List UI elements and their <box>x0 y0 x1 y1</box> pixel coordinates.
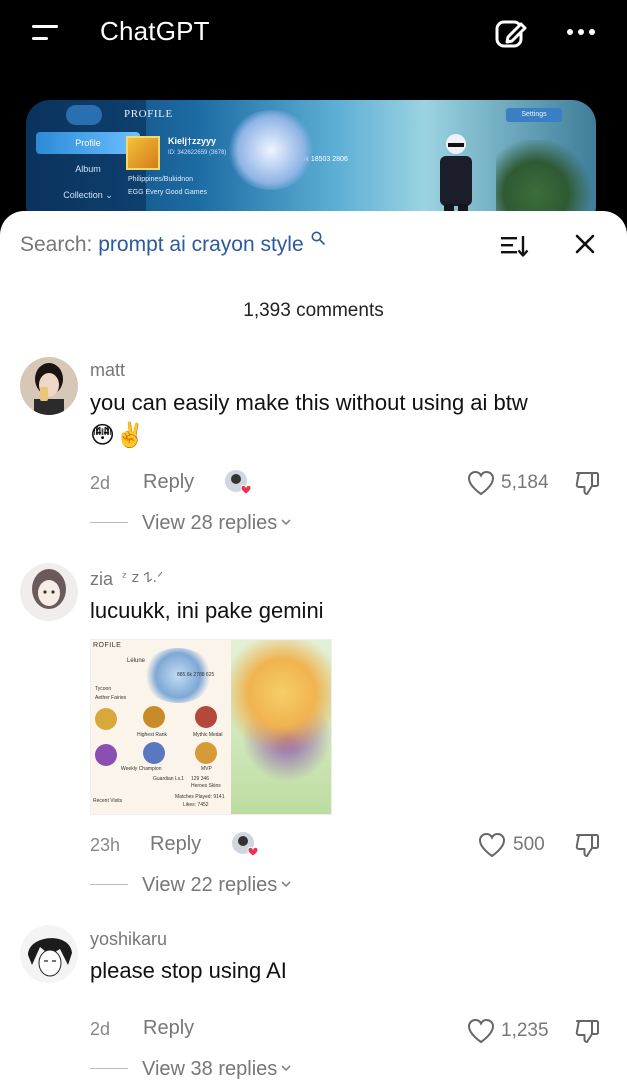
avatar[interactable] <box>20 563 78 621</box>
game-tab-collection: Collection ⌄ <box>63 190 113 200</box>
reply-button[interactable]: Reply <box>143 471 194 494</box>
game-player-name: Kielj†zzyyy <box>168 136 217 146</box>
avatar[interactable] <box>20 357 78 415</box>
back-icon <box>66 105 102 125</box>
comments-sheet: Search: prompt ai crayon style 1,393 com… <box>0 211 627 1080</box>
reply-button[interactable]: Reply <box>143 1017 194 1040</box>
creator-liked-icon <box>232 832 259 857</box>
game-location: Philippines/Bukidnon <box>128 176 193 183</box>
like-count: 1,235 <box>501 1020 549 1041</box>
view-replies-button[interactable]: View 22 replies <box>90 874 291 897</box>
attached-art-right <box>231 640 331 814</box>
chevron-down-icon <box>281 881 291 888</box>
comment-time: 2d <box>90 1019 111 1039</box>
comment-text: please stop using AI <box>90 958 287 983</box>
comment-username[interactable]: yoshikaru <box>90 929 167 950</box>
attached-row: Tycoon <box>95 686 112 692</box>
attached-stats: 885.6k 2788 625 <box>177 672 215 678</box>
attached-row: MVP <box>201 766 212 772</box>
view-replies-label: View 38 replies <box>142 1058 278 1080</box>
rank-badge <box>143 706 165 728</box>
avatar[interactable] <box>20 925 78 983</box>
comment-username-suffix: ᶻ 𝗓 𐰁.ᐟ <box>122 570 164 586</box>
new-chat-icon[interactable] <box>494 16 528 50</box>
rank-badge <box>95 744 117 766</box>
attached-row: Highest Rank <box>137 732 168 738</box>
attached-row: Heroes Skins <box>191 783 221 789</box>
rank-badge <box>195 742 217 764</box>
attached-row: Mythic Medal <box>193 732 223 738</box>
comment-text: lucuukk, ini pake gemini <box>90 598 324 623</box>
game-tab-profile: Profile <box>36 132 140 154</box>
comments-count: 1,393 comments <box>243 300 384 321</box>
game-tab-album: Album <box>75 164 101 174</box>
rank-badge <box>195 706 217 728</box>
chevron-down-icon <box>281 1065 291 1072</box>
menu-icon[interactable] <box>30 22 62 44</box>
comment-text: you can easily make this without using a… <box>90 387 610 452</box>
like-count: 5,184 <box>501 472 549 493</box>
game-avatar <box>126 136 160 170</box>
rank-badge <box>95 708 117 730</box>
app-title: ChatGPT <box>100 16 210 46</box>
dislike-icon[interactable] <box>574 469 602 497</box>
comment-username-text: zia <box>90 569 114 589</box>
hero-artwork <box>226 110 316 190</box>
attached-row: Matches Played: 9141 <box>175 794 225 800</box>
close-icon[interactable] <box>574 233 596 255</box>
game-player-id: ID: 342622659 (3678) <box>168 150 227 156</box>
more-options-icon[interactable] <box>566 26 596 38</box>
game-profile-heading: PROFILE <box>124 108 173 120</box>
view-replies-button[interactable]: View 28 replies <box>90 512 291 535</box>
divider-line <box>90 522 128 523</box>
rank-badge <box>143 742 165 764</box>
top-app-bar: ChatGPT <box>0 0 627 70</box>
attached-row: Aether Fairies <box>95 695 127 701</box>
dislike-icon[interactable] <box>574 831 602 859</box>
search-label: Search: <box>20 233 93 256</box>
like-count: 500 <box>513 834 545 855</box>
like-heart-icon[interactable] <box>478 832 506 858</box>
dislike-icon[interactable] <box>574 1017 602 1045</box>
comment-attached-image[interactable]: ROFILE Lėlune 885.6k 2788 625 Tycoon Aet… <box>90 639 332 815</box>
game-squad: EGG Every Good Games <box>128 189 207 196</box>
attached-row: Recent Visits <box>93 798 123 804</box>
comment-emoji: 😳✌️ <box>90 421 145 449</box>
comment-username[interactable]: zia ᶻ 𝗓 𐰁.ᐟ <box>90 568 163 590</box>
attached-row: 129 346 <box>191 776 210 782</box>
comment-text-body: you can easily make this without using a… <box>90 390 528 415</box>
sort-icon[interactable] <box>499 233 529 259</box>
like-heart-icon[interactable] <box>467 470 495 496</box>
like-heart-icon[interactable] <box>467 1018 495 1044</box>
search-icon[interactable] <box>311 231 326 245</box>
attached-player-name: Lėlune <box>127 658 146 664</box>
attached-profile-heading: ROFILE <box>93 642 122 649</box>
comment-time: 23h <box>90 835 121 855</box>
chevron-down-icon <box>281 519 291 526</box>
creator-liked-icon <box>225 470 252 495</box>
attached-row: Likes: 7452 <box>183 802 209 808</box>
divider-line <box>90 1068 128 1069</box>
search-query-row[interactable]: Search: prompt ai crayon style <box>20 231 326 257</box>
search-query[interactable]: prompt ai crayon style <box>98 233 303 256</box>
attached-row: Guardian Lv.1 <box>153 776 185 782</box>
game-settings-button: Settings <box>506 108 562 122</box>
divider-line <box>90 884 128 885</box>
view-replies-label: View 28 replies <box>142 512 278 534</box>
reply-button[interactable]: Reply <box>150 833 201 856</box>
comment-time: 2d <box>90 473 111 493</box>
view-replies-button[interactable]: View 38 replies <box>90 1058 291 1080</box>
attached-row: Weekly Champion <box>121 766 162 772</box>
view-replies-label: View 22 replies <box>142 874 278 896</box>
comment-username[interactable]: matt <box>90 360 125 381</box>
